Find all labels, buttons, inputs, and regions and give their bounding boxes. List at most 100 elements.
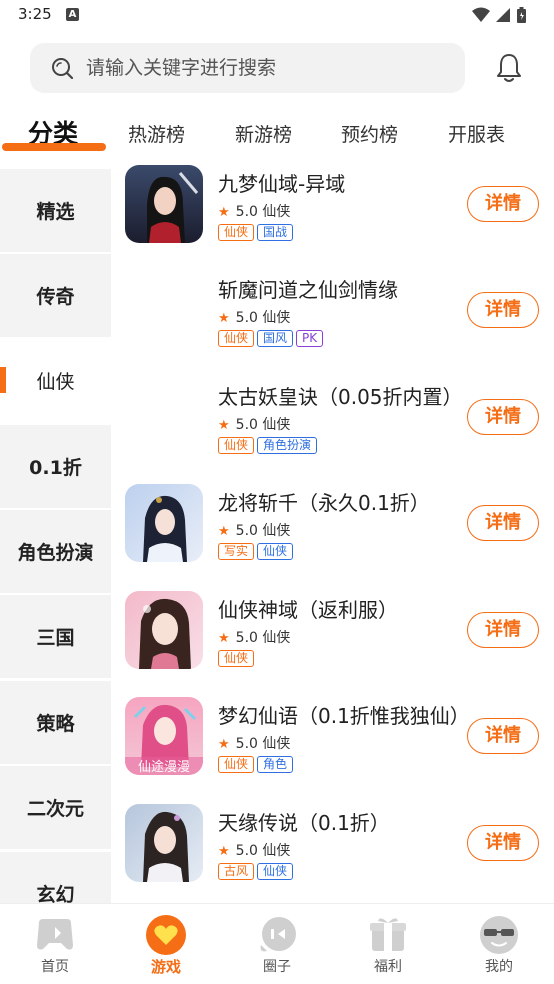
tab-reservation[interactable]: 预约榜 [341, 120, 398, 147]
nav-profile[interactable]: 我的 [444, 904, 554, 984]
game-icon [125, 804, 203, 882]
details-button[interactable]: 详情 [467, 718, 539, 754]
game-name: 斩魔问道之仙剑情缘 [218, 278, 398, 302]
nav-label: 圈子 [263, 959, 291, 975]
details-button[interactable]: 详情 [467, 612, 539, 648]
nav-games[interactable]: 游戏 [111, 904, 221, 984]
list-item[interactable]: 仙侠神域（返利服） ★ 5.0 仙侠 仙侠 详情 [111, 588, 554, 694]
tab-hot-games[interactable]: 热游榜 [128, 120, 185, 147]
details-button[interactable]: 详情 [467, 399, 539, 435]
gamepad-icon [37, 919, 73, 950]
game-icon-caption: 仙途漫漫 [138, 759, 190, 775]
game-score: 5.0 [235, 523, 258, 539]
sidebar-item-fantasy[interactable]: 玄幻 [0, 852, 111, 903]
game-tag: 仙侠 [218, 437, 255, 454]
game-tag: 仙侠 [218, 650, 255, 667]
sidebar-item-label: 三国 [36, 627, 75, 649]
star-icon: ★ [218, 737, 230, 752]
game-category: 仙侠 [262, 523, 291, 539]
list-item[interactable]: 仙途漫漫 梦幻仙语（0.1折惟我独仙） ★ 5.0 仙侠 仙侠 角色 详情 [111, 694, 554, 800]
game-icon [125, 591, 203, 669]
chat-icon [260, 917, 296, 952]
tab-server-schedule[interactable]: 开服表 [448, 120, 505, 147]
game-icon [125, 484, 203, 562]
tab-new-games[interactable]: 新游榜 [235, 120, 292, 147]
sidebar-item-featured[interactable]: 精选 [0, 169, 111, 252]
game-tag: 角色 [257, 756, 294, 773]
sidebar-item-three-kingdoms[interactable]: 三国 [0, 595, 111, 678]
game-name: 太古妖皇诀（0.05折内置） [218, 385, 463, 409]
sidebar-item-discount[interactable]: 0.1折 [0, 425, 111, 508]
details-button[interactable]: 详情 [467, 292, 539, 328]
game-tags: 古风 仙侠 [218, 863, 296, 881]
game-rating: ★ 5.0 仙侠 [218, 840, 290, 860]
game-rating: ★ 5.0 仙侠 [218, 520, 290, 540]
game-tag: 国战 [257, 224, 294, 241]
details-button[interactable]: 详情 [467, 825, 539, 861]
category-sidebar: 精选 传奇 仙侠 0.1折 角色扮演 三国 策略 二次元 玄幻 [0, 166, 111, 903]
game-name: 天缘传说（0.1折） [218, 811, 390, 835]
nav-community[interactable]: 圈子 [222, 904, 332, 984]
star-icon: ★ [218, 844, 230, 859]
game-tag: 写实 [218, 543, 255, 560]
star-icon: ★ [218, 631, 230, 646]
game-score: 5.0 [235, 310, 258, 326]
game-rating: ★ 5.0 仙侠 [218, 201, 290, 221]
sidebar-item-legend[interactable]: 传奇 [0, 254, 111, 337]
sidebar-item-label: 传奇 [36, 286, 75, 308]
list-item[interactable]: 太古妖皇诀（0.05折内置） ★ 5.0 仙侠 仙侠 角色扮演 详情 [111, 375, 554, 481]
sidebar-item-xianxia[interactable]: 仙侠 [0, 339, 111, 422]
battery-icon [517, 7, 526, 23]
game-tags: 写实 仙侠 [218, 543, 296, 561]
sidebar-item-label: 二次元 [26, 798, 84, 820]
gift-icon [370, 918, 406, 951]
sidebar-item-label: 策略 [36, 713, 75, 735]
nav-label: 游戏 [150, 958, 181, 976]
search-box[interactable] [30, 43, 465, 93]
sidebar-item-strategy[interactable]: 策略 [0, 681, 111, 764]
game-category: 仙侠 [262, 736, 291, 752]
sidebar-item-anime[interactable]: 二次元 [0, 766, 111, 849]
star-icon: ★ [218, 524, 230, 539]
notification-icon: A [66, 8, 79, 21]
game-score: 5.0 [235, 843, 258, 859]
game-tag: 仙侠 [218, 756, 255, 773]
star-icon: ★ [218, 205, 230, 220]
details-button[interactable]: 详情 [467, 505, 539, 541]
list-item[interactable]: 九梦仙域-异域 ★ 5.0 仙侠 仙侠国战 详情 [111, 162, 554, 268]
game-rating: ★ 5.0 仙侠 [218, 414, 290, 434]
game-tag: 仙侠 [257, 863, 294, 880]
list-item[interactable]: 斩魔问道之仙剑情缘 ★ 5.0 仙侠 仙侠 国风 PK 详情 [111, 268, 554, 374]
game-icon [125, 165, 203, 243]
game-tags: 仙侠 角色扮演 [218, 437, 320, 455]
star-icon: ★ [218, 311, 230, 326]
nav-home[interactable]: 首页 [0, 904, 110, 984]
game-rating: ★ 5.0 仙侠 [218, 307, 290, 327]
face-icon [480, 916, 518, 954]
game-tags: 仙侠 角色 [218, 756, 296, 774]
game-name: 龙将斩千（永久0.1折） [218, 491, 430, 515]
game-tag: 仙侠 [218, 330, 255, 347]
game-name: 仙侠神域（返利服） [218, 598, 398, 622]
status-icons [472, 7, 526, 23]
game-name: 梦幻仙语（0.1折惟我独仙） [218, 704, 470, 728]
bell-icon[interactable] [494, 52, 524, 84]
nav-welfare[interactable]: 福利 [333, 904, 443, 984]
game-category: 仙侠 [262, 204, 291, 220]
list-item[interactable]: 龙将斩千（永久0.1折） ★ 5.0 仙侠 写实 仙侠 详情 [111, 481, 554, 587]
nav-label: 福利 [374, 959, 402, 975]
details-button[interactable]: 详情 [467, 186, 539, 222]
game-category: 仙侠 [262, 630, 291, 646]
search-input[interactable] [86, 43, 456, 93]
list-item[interactable]: 天缘传说（0.1折） ★ 5.0 仙侠 古风 仙侠 详情 [111, 801, 554, 903]
game-tags: 仙侠 国风 PK [218, 330, 326, 348]
search-icon [52, 58, 74, 80]
heart-icon [146, 915, 186, 955]
game-tag: 仙侠 [257, 543, 294, 560]
game-name: 九梦仙域-异域 [218, 172, 346, 196]
category-tabs: 分类 热游榜 新游榜 预约榜 开服表 [0, 110, 554, 162]
game-score: 5.0 [235, 417, 258, 433]
game-icon: 仙途漫漫 [125, 697, 203, 775]
wifi-icon [472, 7, 490, 22]
sidebar-item-rpg[interactable]: 角色扮演 [0, 510, 111, 593]
